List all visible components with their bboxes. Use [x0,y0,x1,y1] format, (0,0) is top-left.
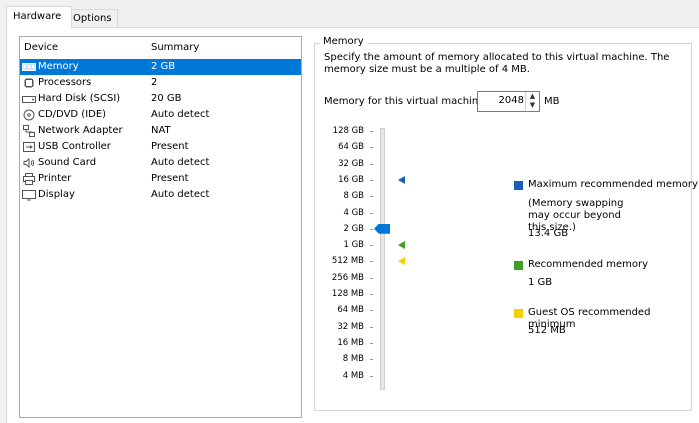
tab-hardware[interactable]: Hardware [6,6,72,29]
device-summary: NAT [151,125,171,136]
device-name: Hard Disk (SCSI) [38,93,121,104]
memory-slider-track[interactable] [380,128,385,390]
scale-tick [370,294,373,295]
device-summary: Auto detect [151,189,210,200]
scale-label: 8 GB [343,191,364,202]
spin-down-button[interactable]: ▼ [526,101,539,110]
scale-label: 2 GB [343,223,364,234]
device-name: Sound Card [38,157,97,168]
scale-label: 256 MB [331,272,364,283]
maximum-legend-swatch [514,181,523,190]
maximum-legend-title: Maximum recommended memory [528,179,698,190]
device-row-sound-card[interactable]: Sound Card Auto detect [20,155,301,171]
recommended-legend-value: 1 GB [528,277,553,288]
scale-tick [370,310,373,312]
device-row-network-adapter[interactable]: Network Adapter NAT [20,123,301,139]
scale-tick [370,245,373,247]
device-summary: Auto detect [151,109,210,120]
device-name: Memory [38,61,79,72]
device-name: Printer [38,173,72,184]
guest-minimum-legend-swatch [514,309,523,318]
column-header-summary[interactable]: Summary [151,42,199,53]
recommended-legend-swatch [514,261,523,270]
device-row-usb-controller[interactable]: USB Controller Present [20,139,301,155]
scale-label: 64 GB [338,142,364,153]
device-name: Processors [38,77,92,88]
printer-icon [22,173,36,185]
memory-icon [22,61,36,73]
spin-up-button[interactable]: ▲ [526,92,539,101]
scale-tick [370,212,373,214]
memory-field-label: Memory for this virtual machine: [324,96,488,107]
scale-label: 4 MB [342,370,364,381]
scale-tick [370,277,373,279]
memory-spinner: ▲ ▼ [525,92,539,111]
device-name: Display [38,189,75,200]
device-name: Network Adapter [38,125,123,136]
device-summary: 20 GB [151,93,182,104]
device-summary: 2 [151,77,158,88]
device-summary: Present [151,141,189,152]
usb-controller-icon [22,141,36,153]
scale-label: 32 GB [338,158,364,169]
guest-minimum-marker [398,257,405,266]
maximum-memory-marker [398,175,405,184]
scale-label: 128 MB [331,289,364,299]
device-row-cd-dvd[interactable]: CD/DVD (IDE) Auto detect [20,107,301,123]
tab-options[interactable]: Options [66,9,118,28]
scale-tick [370,163,373,165]
device-list-header: Device Summary [20,39,301,57]
scale-label: 16 GB [338,174,364,185]
scale-label: 1 GB [343,240,364,251]
memory-input[interactable] [478,92,526,109]
maximum-legend-value: 13.4 GB [528,228,569,239]
scale-label: 16 MB [337,337,364,348]
cd-dvd-icon [22,109,36,121]
memory-stepper[interactable]: ▲ ▼ [477,91,540,112]
memory-description: Specify the amount of memory allocated t… [324,52,670,75]
scale-tick [370,196,373,198]
device-summary: 2 GB [151,61,176,72]
sound-card-icon [22,157,36,169]
processor-icon [22,77,36,89]
scale-tick [370,179,373,181]
device-summary: Auto detect [151,157,210,168]
device-summary: Present [151,173,189,184]
memory-group-title: Memory [320,36,367,47]
display-icon [22,189,36,201]
recommended-legend-title: Recommended memory [528,259,649,270]
scale-tick [370,326,373,328]
scale-label: 128 GB [332,126,364,136]
scale-label: 4 GB [343,207,364,218]
memory-unit: MB [544,96,560,107]
device-row-printer[interactable]: Printer Present [20,171,301,187]
device-row-display[interactable]: Display Auto detect [20,187,301,203]
guest-minimum-legend-value: 512 MB [528,325,566,336]
scale-tick [370,261,373,263]
device-row-hard-disk[interactable]: Hard Disk (SCSI) 20 GB [20,91,301,107]
network-adapter-icon [22,125,36,137]
device-name: USB Controller [38,141,111,152]
scale-label: 8 MB [342,354,364,365]
device-row-processors[interactable]: Processors 2 [20,75,301,91]
scale-tick [370,228,373,230]
scale-tick [370,342,373,344]
scale-tick [370,131,373,132]
recommended-memory-marker [398,241,405,250]
scale-label: 64 MB [337,305,364,316]
scale-tick [370,375,373,377]
column-header-device[interactable]: Device [24,42,58,53]
scale-tick [370,147,373,149]
scale-tick [370,359,373,361]
device-list[interactable]: Device Summary Memory 2 GB Processors 2 … [19,36,302,418]
hard-disk-icon [22,93,36,105]
scale-label: 32 MB [337,321,364,332]
device-name: CD/DVD (IDE) [38,109,107,120]
device-row-memory[interactable]: Memory 2 GB [20,59,301,75]
scale-label: 512 MB [331,256,364,267]
